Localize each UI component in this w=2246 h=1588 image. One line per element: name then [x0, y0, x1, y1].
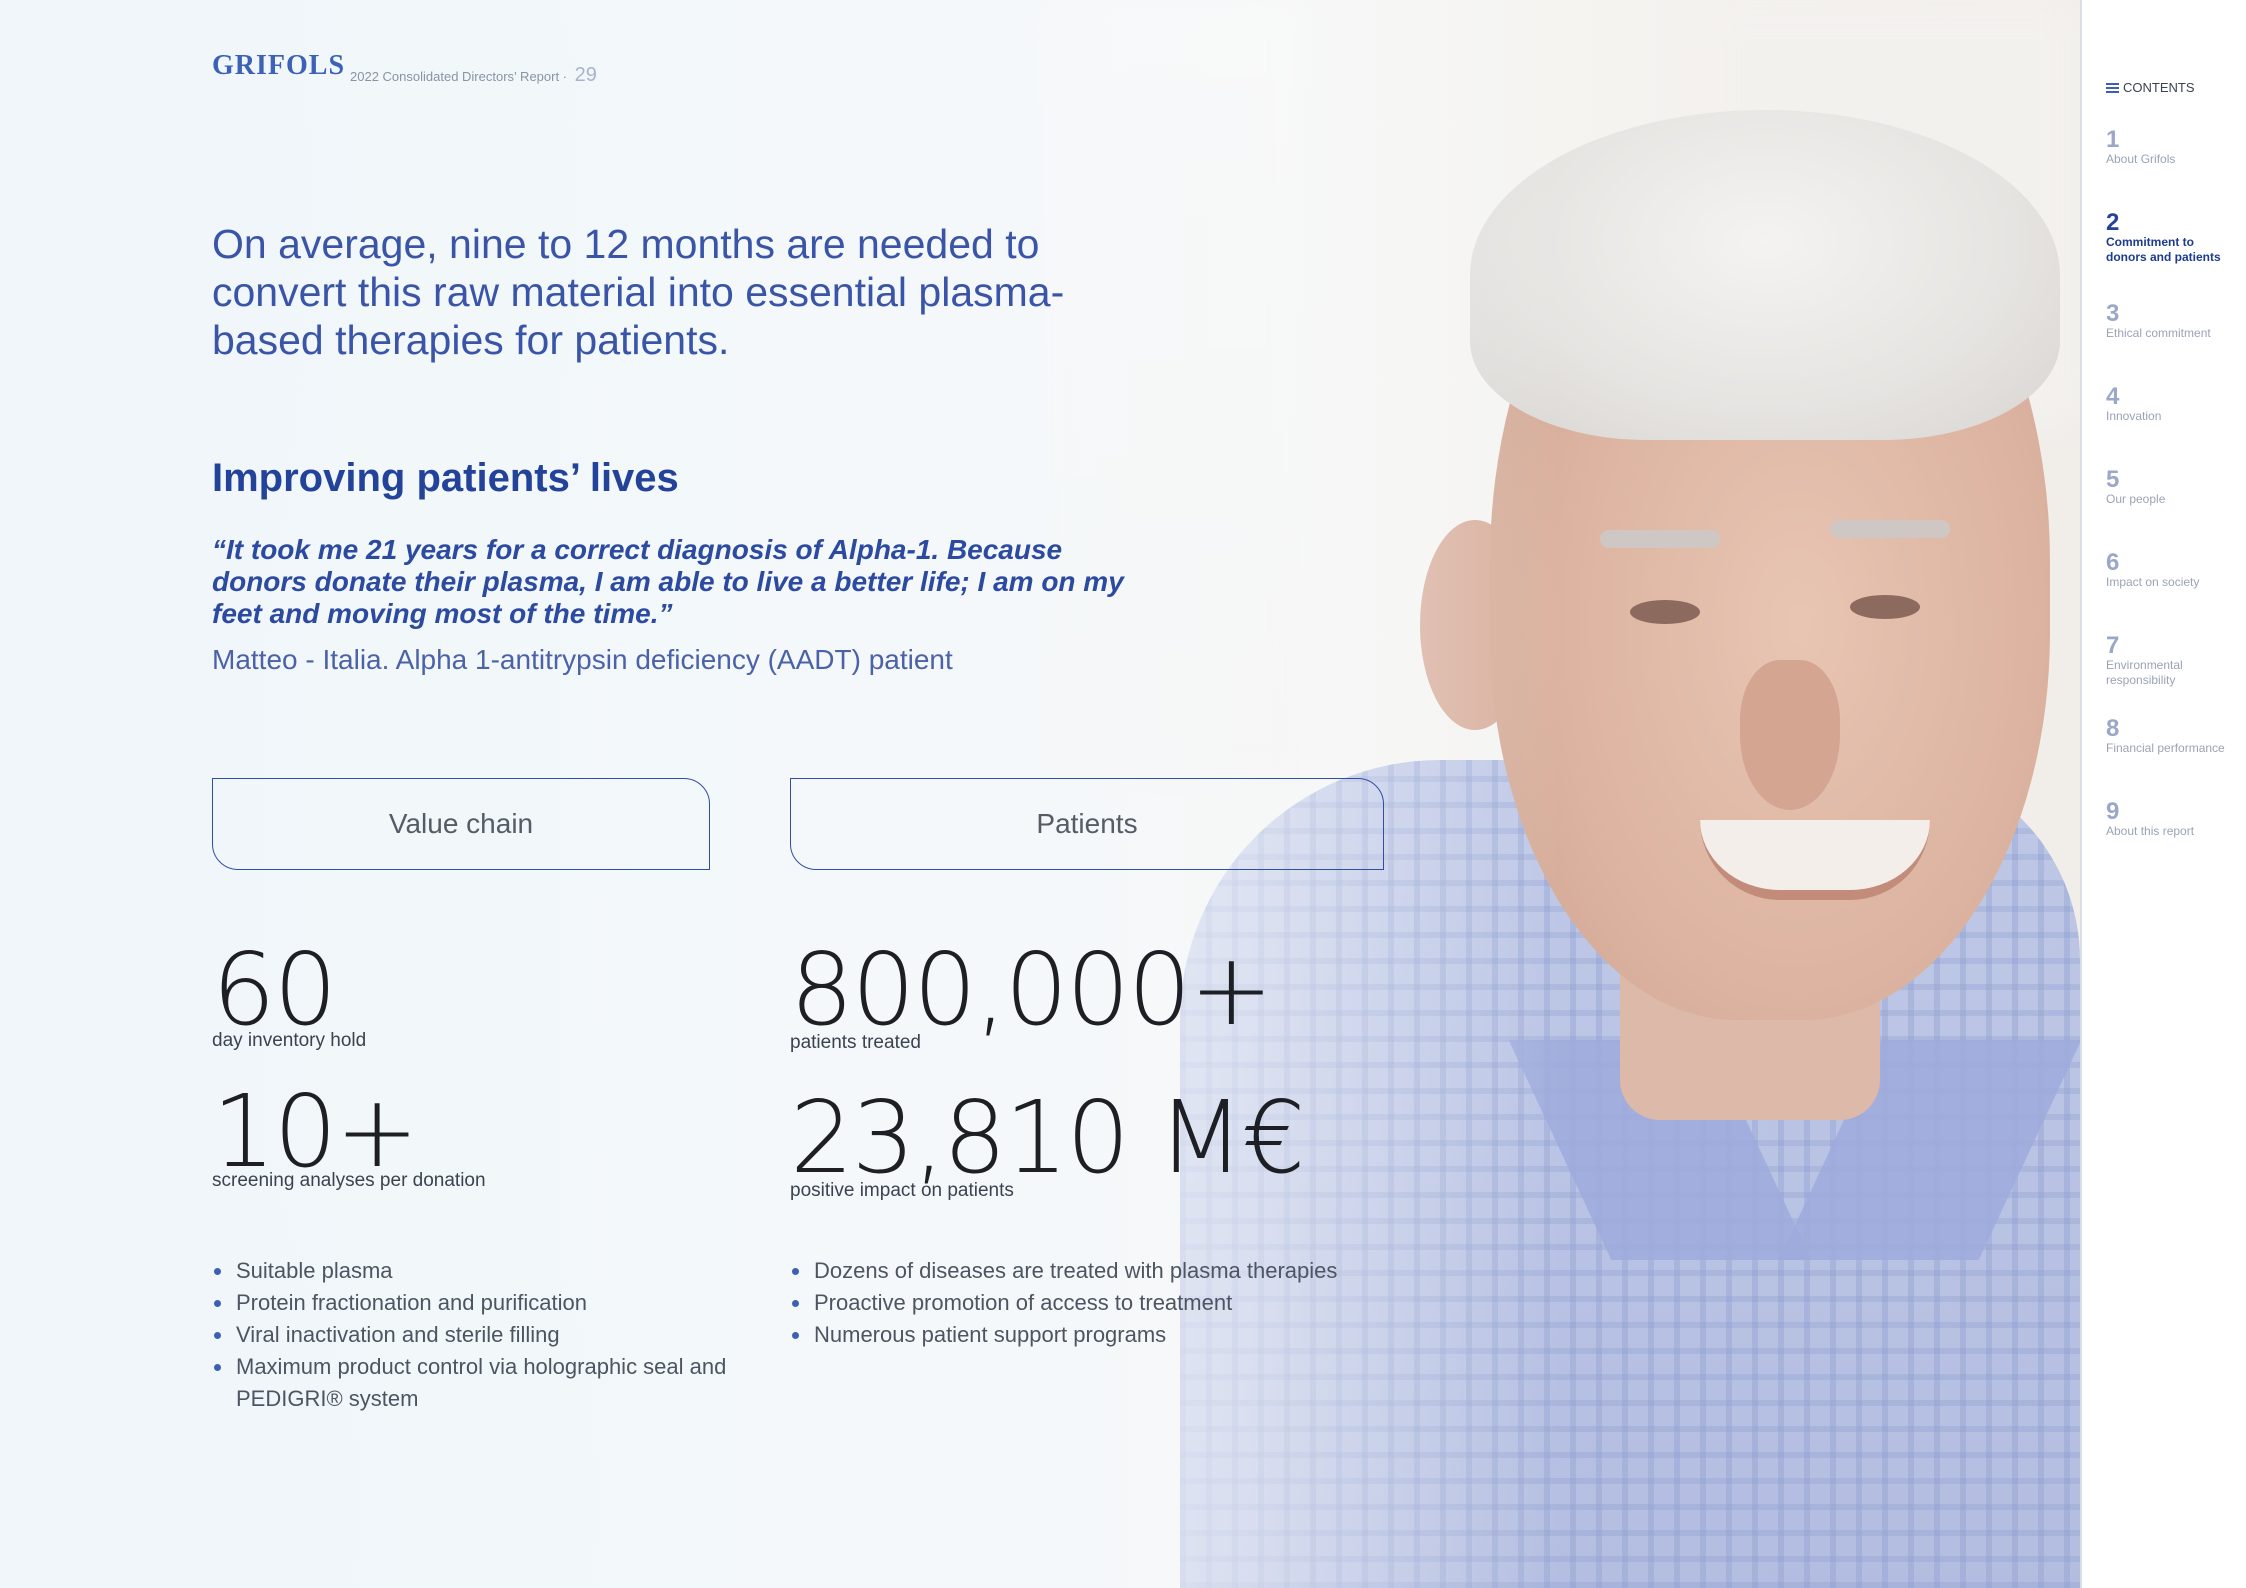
list-item: Suitable plasma: [214, 1255, 736, 1287]
toc-label: Impact on society: [2106, 575, 2200, 589]
toc-item-our-people[interactable]: 5 Our people: [2106, 468, 2236, 507]
tab-value-chain[interactable]: Value chain: [212, 778, 710, 870]
toc-number: 7: [2106, 632, 2120, 659]
photo-eye-right: [1850, 595, 1920, 619]
stat-value-screening: 10+: [212, 1073, 419, 1190]
toc-number: 9: [2106, 798, 2120, 825]
list-item: Numerous patient support programs: [792, 1319, 1414, 1351]
contents-label: CONTENTS: [2123, 80, 2195, 95]
stat-label-positive-impact: positive impact on patients: [790, 1180, 1014, 1201]
toc-label: Financial performance: [2106, 741, 2225, 755]
toc-number: 6: [2106, 549, 2120, 576]
toc-item-environmental[interactable]: 7 Environmental responsibility: [2106, 634, 2236, 688]
quote-attribution: Matteo - Italia. Alpha 1-antitrypsin def…: [212, 644, 953, 675]
patients-bullet-list: Dozens of diseases are treated with plas…: [790, 1255, 1414, 1351]
toc-number: 1: [2106, 126, 2120, 153]
section-heading: Improving patients’ lives: [212, 456, 679, 500]
toc-label: About this report: [2106, 824, 2195, 838]
toc-item-ethical[interactable]: 3 Ethical commitment: [2106, 302, 2236, 341]
list-item: Dozens of diseases are treated with plas…: [792, 1255, 1414, 1287]
stat-value-patients-treated: 800,000+: [790, 931, 1273, 1048]
toc-number: 3: [2106, 300, 2120, 327]
toc-number: 8: [2106, 715, 2120, 742]
list-item: Proactive promotion of access to treatme…: [792, 1287, 1414, 1319]
stat-label-patients-treated: patients treated: [790, 1032, 921, 1053]
menu-icon: [2106, 82, 2119, 93]
toc-label: Environmental responsibility: [2106, 658, 2183, 687]
report-title: 2022 Consolidated Directors’ Report · 29: [350, 64, 597, 87]
toc-label: Commitment to donors and patients: [2106, 235, 2221, 264]
photo-brow-left: [1600, 530, 1720, 548]
value-chain-bullet-list: Suitable plasma Protein fractionation an…: [212, 1255, 736, 1415]
toc-label: Ethical commitment: [2106, 326, 2211, 340]
photo-nose: [1740, 660, 1840, 810]
contents-sidebar: CONTENTS 1 About Grifols 2 Commitment to…: [2080, 0, 2246, 1588]
photo-brow-right: [1830, 520, 1950, 538]
toc-number: 2: [2106, 209, 2120, 236]
photo-eye-left: [1630, 600, 1700, 624]
intro-text: On average, nine to 12 months are needed…: [212, 221, 1065, 363]
stat-value-inventory: 60: [212, 931, 337, 1048]
list-item: Protein fractionation and purification: [214, 1287, 736, 1319]
list-item: Viral inactivation and sterile filling: [214, 1319, 736, 1351]
toc-item-commitment[interactable]: 2 Commitment to donors and patients: [2106, 211, 2236, 265]
list-item: Maximum product control via holographic …: [214, 1351, 736, 1415]
toc-label: Our people: [2106, 492, 2166, 506]
toc-item-financial[interactable]: 8 Financial performance: [2106, 717, 2236, 756]
patient-quote: “It took me 21 years for a correct diagn…: [212, 534, 1124, 629]
tab-patients[interactable]: Patients: [790, 778, 1384, 870]
stat-label-inventory: day inventory hold: [212, 1030, 367, 1051]
toc-item-about-report[interactable]: 9 About this report: [2106, 800, 2236, 839]
report-title-text: 2022 Consolidated Directors’ Report ·: [350, 69, 568, 84]
toc-number: 5: [2106, 466, 2120, 493]
toc-label: Innovation: [2106, 409, 2162, 423]
stat-label-screening: screening analyses per donation: [212, 1170, 486, 1191]
stat-value-positive-impact: 23,810 M€: [790, 1079, 1306, 1196]
page-number: 29: [574, 64, 597, 86]
toc-number: 4: [2106, 383, 2120, 410]
contents-button[interactable]: CONTENTS: [2106, 80, 2195, 95]
toc-item-about-grifols[interactable]: 1 About Grifols: [2106, 128, 2236, 167]
toc-item-impact-on-society[interactable]: 6 Impact on society: [2106, 551, 2236, 590]
toc-label: About Grifols: [2106, 152, 2176, 166]
toc-item-innovation[interactable]: 4 Innovation: [2106, 385, 2236, 424]
grifols-logo[interactable]: GRIFOLS: [212, 50, 345, 82]
